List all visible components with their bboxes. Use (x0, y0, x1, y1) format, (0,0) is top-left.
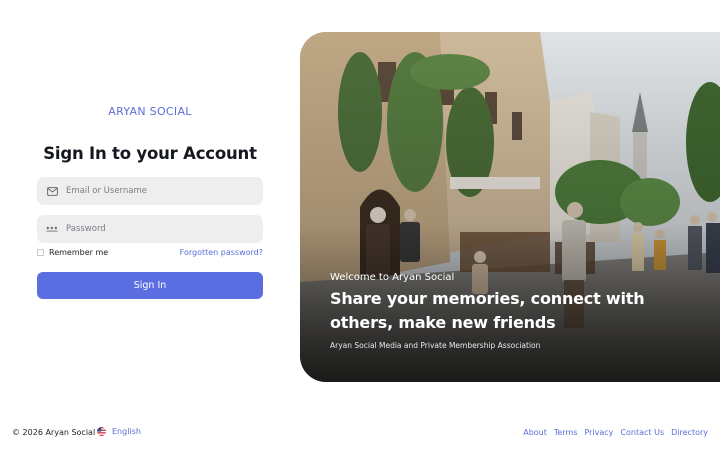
language-label[interactable]: English (112, 427, 141, 436)
footer-links: About Terms Privacy Contact Us Directory (523, 428, 708, 437)
email-field[interactable] (37, 177, 263, 205)
footer-link-terms[interactable]: Terms (554, 428, 578, 437)
password-field[interactable] (37, 215, 263, 243)
hero-headline: Share your memories, connect with others… (330, 289, 645, 332)
login-page: ARYAN SOCIAL Sign In to your Account Rem… (0, 0, 720, 450)
hero-text: Welcome to Aryan Social Share your memor… (330, 272, 710, 350)
checkbox-box[interactable] (37, 249, 44, 256)
hero-eyebrow: Welcome to Aryan Social (330, 272, 455, 283)
forgot-password-link[interactable]: Forgotten password? (180, 248, 263, 257)
brand-name[interactable]: ARYAN SOCIAL (37, 105, 263, 118)
footer-link-about[interactable]: About (523, 428, 547, 437)
us-flag-icon (97, 427, 106, 436)
remember-me-checkbox[interactable]: Remember me (37, 248, 108, 257)
hero-caption: Aryan Social Media and Private Membershi… (330, 341, 541, 350)
footer-link-contact-us[interactable]: Contact Us (620, 428, 664, 437)
sign-in-button[interactable]: Sign In (37, 272, 263, 299)
email-input[interactable] (66, 181, 256, 201)
page-title: Sign In to your Account (43, 144, 257, 163)
remember-me-label: Remember me (49, 248, 109, 257)
envelope-icon (45, 184, 59, 198)
password-input[interactable] (66, 219, 256, 239)
footer-link-privacy[interactable]: Privacy (584, 428, 613, 437)
language-selector[interactable]: English (97, 427, 141, 436)
hero-image: Welcome to Aryan Social Share your memor… (300, 32, 720, 382)
copyright-text: © 2026 Aryan Social (12, 428, 96, 437)
password-dots-icon (45, 222, 59, 236)
footer-link-directory[interactable]: Directory (671, 428, 708, 437)
